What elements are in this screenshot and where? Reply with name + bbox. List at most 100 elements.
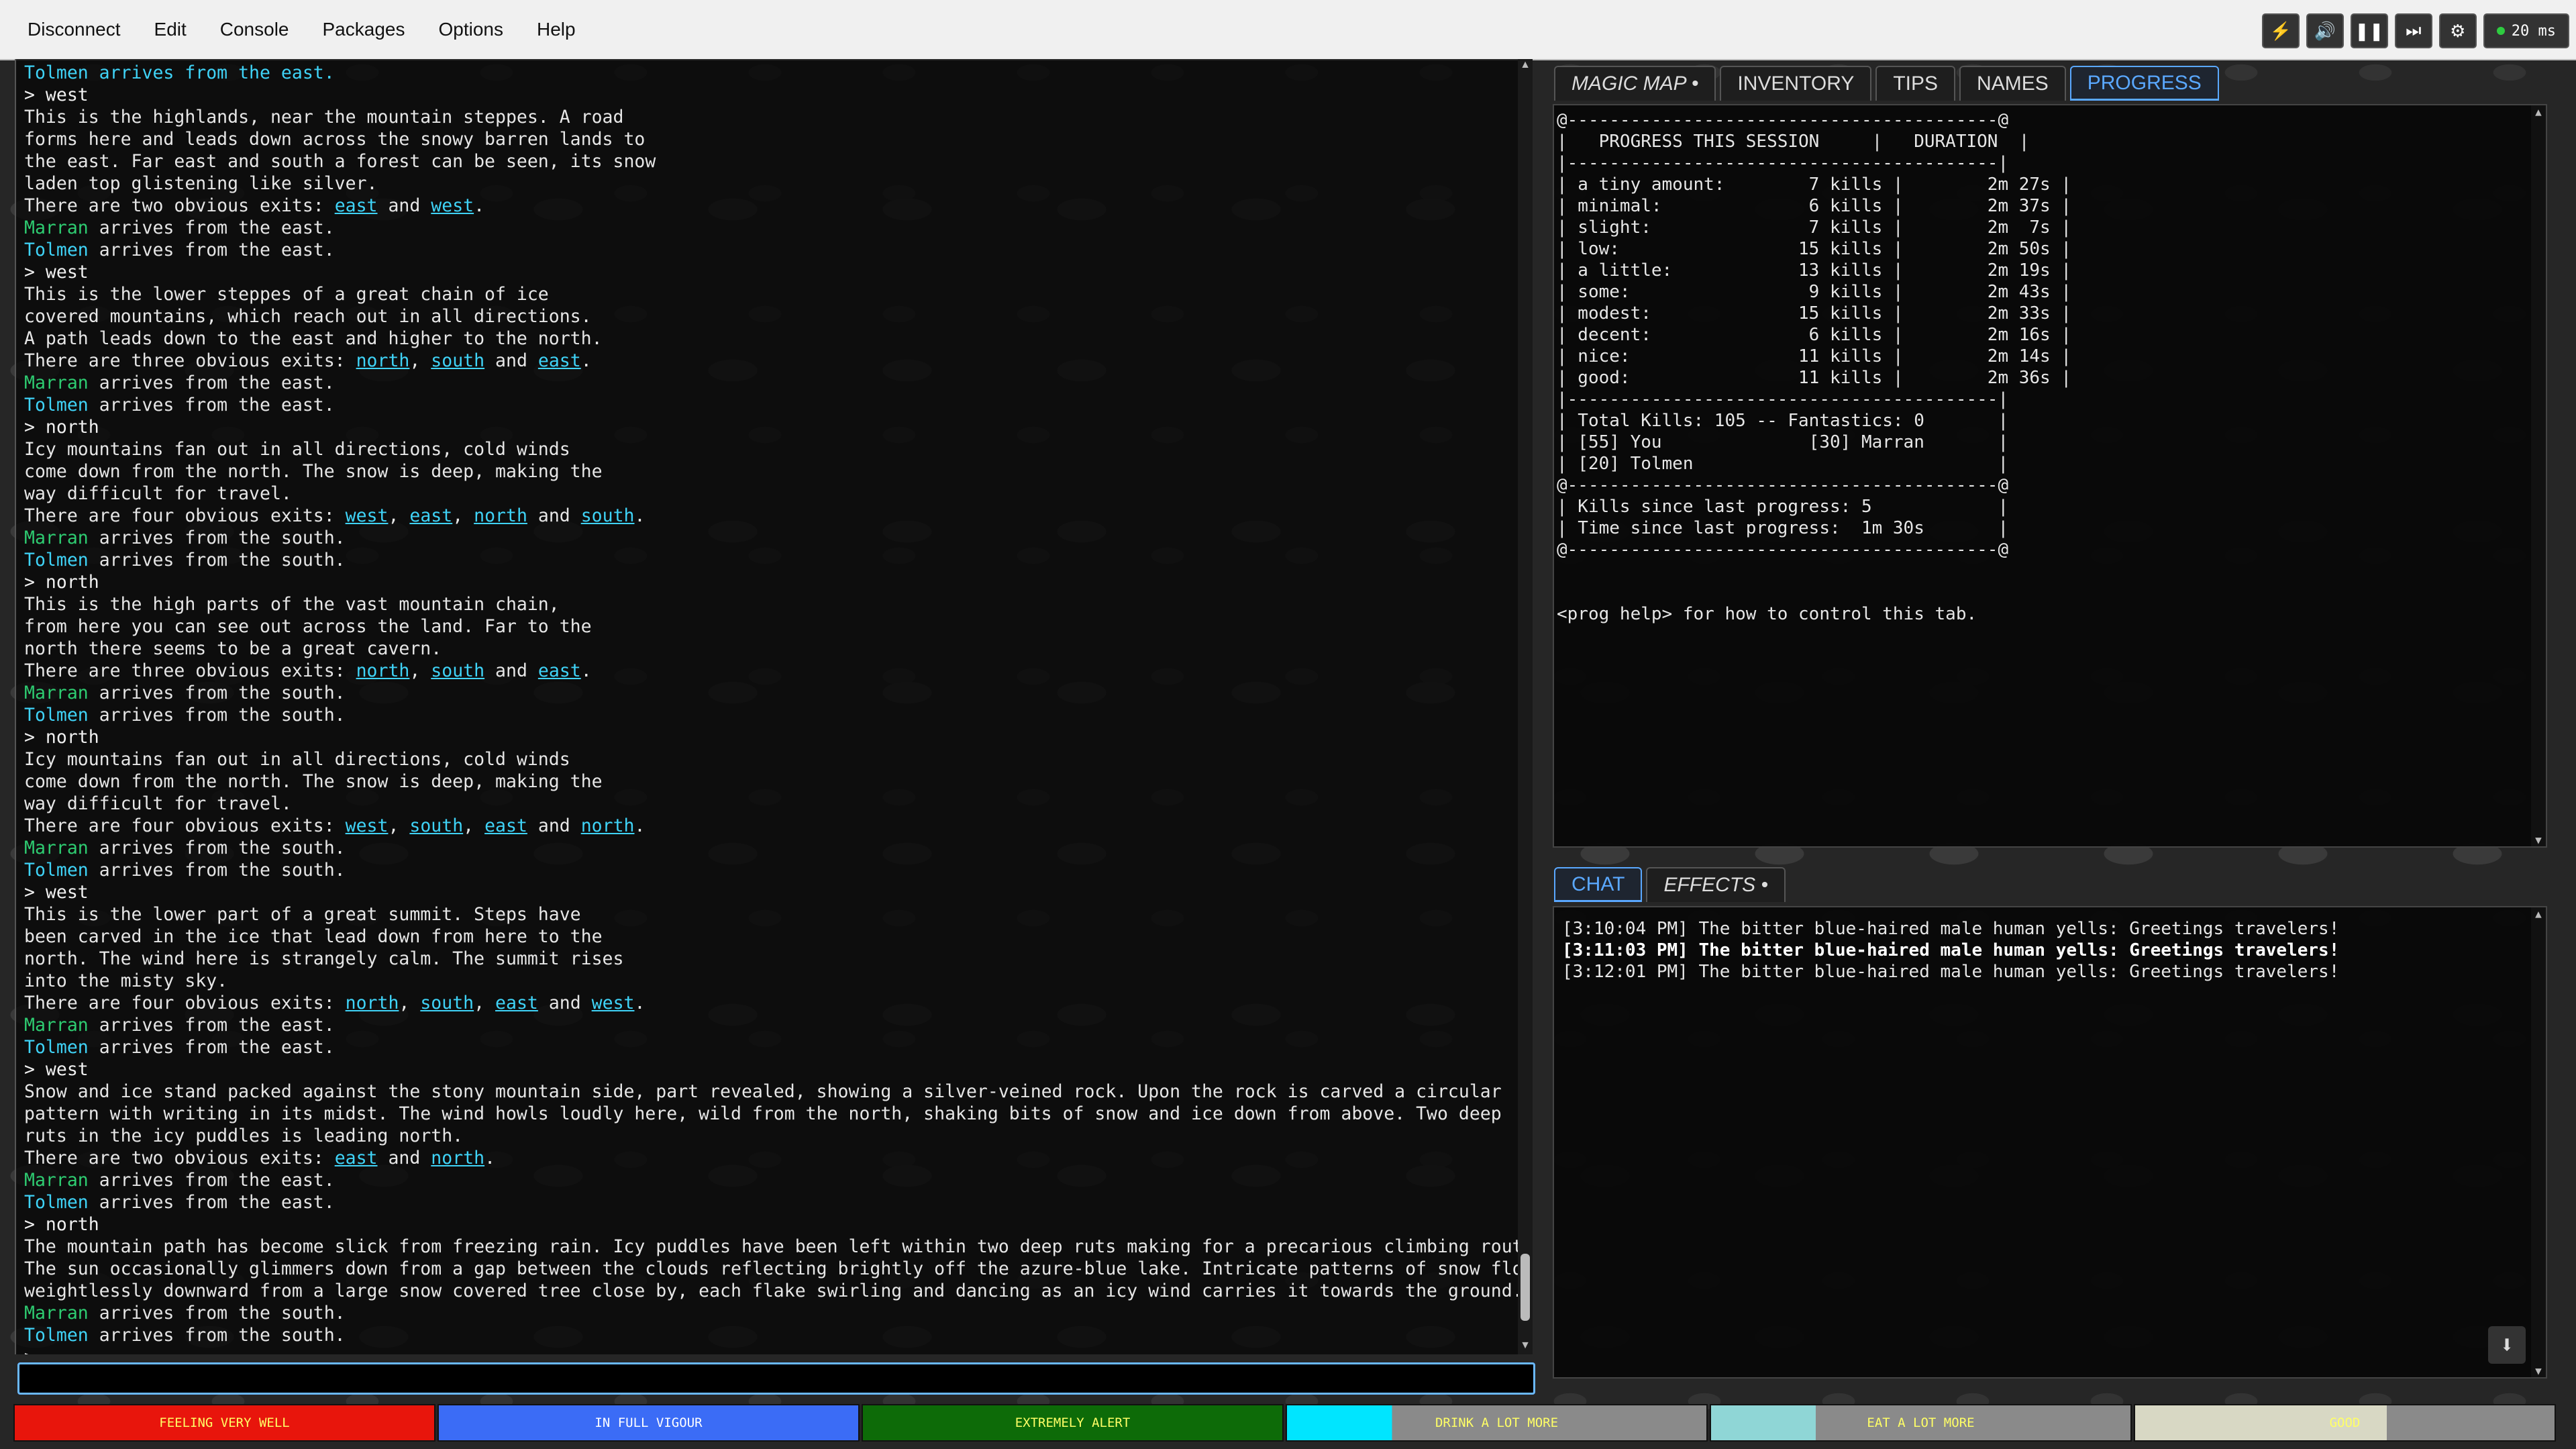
npc-arrival-text: arrives from the east. <box>88 1192 335 1213</box>
npc-name: Tolmen <box>24 705 89 726</box>
gear-icon[interactable]: ⚙ <box>2438 13 2477 48</box>
console-line: There are two obvious exits: east and no… <box>24 1148 496 1168</box>
npc-arrival-text: arrives from the east. <box>88 217 335 238</box>
console-line: Tolmen arrives from the east. <box>24 394 1519 416</box>
exit-link-east[interactable]: east <box>409 505 452 526</box>
scroll-down-icon[interactable]: ▼ <box>2531 1364 2546 1377</box>
room-text: This is the lower steppes of a great cha… <box>24 284 549 305</box>
exit-link-south[interactable]: south <box>409 815 463 836</box>
console-line: Tolmen arrives from the east. <box>24 239 1519 261</box>
console-line: the east. Far east and south a forest ca… <box>24 150 1519 172</box>
status-bar-good: GOOD <box>2134 1404 2556 1442</box>
menu-disconnect[interactable]: Disconnect <box>11 19 138 40</box>
exit-link-north[interactable]: north <box>431 1148 484 1168</box>
room-text: from here you can see out across the lan… <box>24 616 592 637</box>
room-text: come down from the north. The snow is de… <box>24 771 603 792</box>
skip-icon[interactable]: ⏭ <box>2394 13 2432 48</box>
ping-indicator: 20 ms <box>2483 13 2569 48</box>
console-line: covered mountains, which reach out in al… <box>24 305 1519 328</box>
npc-name: Tolmen <box>24 1325 89 1346</box>
console-line: laden top glistening like silver. <box>24 172 1519 195</box>
exit-link-north[interactable]: north <box>581 815 635 836</box>
menu-help[interactable]: Help <box>520 19 593 40</box>
exit-link-south[interactable]: south <box>420 993 474 1013</box>
console-line: Marran arrives from the east. <box>24 1169 1519 1191</box>
exit-link-north[interactable]: north <box>346 993 399 1013</box>
tab-magic-map[interactable]: MAGIC MAP • <box>1554 66 1716 101</box>
npc-name: Marran <box>24 372 89 393</box>
pause-icon[interactable]: ❚❚ <box>2350 13 2388 48</box>
room-text: been carved in the ice that lead down fr… <box>24 926 603 947</box>
console-line: > west <box>24 84 1519 106</box>
exit-link-east[interactable]: east <box>538 660 581 681</box>
console-line: way difficult for travel. <box>24 793 1519 815</box>
exit-link-east[interactable]: east <box>484 815 527 836</box>
room-text: forms here and leads down across the sno… <box>24 129 646 150</box>
scroll-thumb[interactable] <box>1521 1254 1530 1321</box>
exit-link-south[interactable]: south <box>581 505 635 526</box>
console-output[interactable]: Tolmen arrives from the east. > west This … <box>15 59 1519 1354</box>
menu-bar: Disconnect Edit Console Packages Options Help… <box>0 0 2576 60</box>
console-line: Icy mountains fan out in all directions,… <box>24 748 1519 770</box>
tab-inventory[interactable]: INVENTORY <box>1720 66 1872 101</box>
chat-scrollbar[interactable]: ▲ ▼ <box>2531 907 2546 1377</box>
exit-link-north[interactable]: north <box>356 350 410 371</box>
room-text: laden top glistening like silver. <box>24 173 378 194</box>
console-line: pattern with writing in its midst. The w… <box>24 1103 1519 1125</box>
npc-name: Tolmen <box>24 550 89 570</box>
command-input[interactable] <box>17 1362 1535 1395</box>
console-line: north there seems to be a great cavern. <box>24 638 1519 660</box>
exit-link-west[interactable]: west <box>592 993 635 1013</box>
tab-names[interactable]: NAMES <box>1959 66 2066 101</box>
console-line: There are four obvious exits: west, sout… <box>24 815 646 836</box>
console-line: > west <box>24 261 1519 283</box>
command-echo: > west <box>24 882 89 903</box>
console-scrollbar[interactable]: ▲ ▼ <box>1518 59 1533 1354</box>
room-text: ruts in the icy puddles is leading north… <box>24 1126 464 1146</box>
exit-link-south[interactable]: south <box>431 660 484 681</box>
scroll-down-icon[interactable]: ▼ <box>1518 1340 1533 1354</box>
scroll-up-icon[interactable]: ▲ <box>2531 105 2546 118</box>
status-label: EXTREMELY ALERT <box>1015 1415 1131 1430</box>
console-line: into the misty sky. <box>24 970 1519 992</box>
tab-effects[interactable]: EFFECTS • <box>1646 867 1786 902</box>
chat-message: [3:11:03 PM] The bitter blue-haired male… <box>1562 940 2340 960</box>
tab-chat[interactable]: CHAT <box>1554 867 1643 902</box>
scroll-up-icon[interactable]: ▲ <box>2531 907 2546 920</box>
exit-link-west[interactable]: west <box>346 815 389 836</box>
tab-tips[interactable]: TIPS <box>1875 66 1956 101</box>
exit-link-north[interactable]: north <box>356 660 410 681</box>
exit-link-west[interactable]: west <box>431 195 474 216</box>
exit-link-west[interactable]: west <box>346 505 389 526</box>
menu-console[interactable]: Console <box>203 19 306 40</box>
npc-name: Marran <box>24 1015 89 1036</box>
progress-scrollbar[interactable]: ▲ ▼ <box>2531 105 2546 846</box>
tab-progress[interactable]: PROGRESS <box>2069 66 2219 101</box>
console-line: This is the highlands, near the mountain… <box>24 106 1519 128</box>
toolbar: ⚡ 🔊 ❚❚ ⏭ ⚙ 20 ms <box>2261 13 2569 48</box>
lightning-icon[interactable]: ⚡ <box>2261 13 2300 48</box>
exit-link-east[interactable]: east <box>335 195 378 216</box>
speaker-icon[interactable]: 🔊 <box>2306 13 2344 48</box>
npc-arrival-text: arrives from the south. <box>88 838 346 858</box>
exit-link-east[interactable]: east <box>495 993 538 1013</box>
exit-link-east[interactable]: east <box>538 350 581 371</box>
npc-name: Marran <box>24 1303 89 1323</box>
exit-link-north[interactable]: north <box>474 505 527 526</box>
status-dot-icon <box>2496 27 2505 35</box>
scroll-down-icon[interactable]: ▼ <box>2531 834 2546 846</box>
npc-arrival-text: arrives from the south. <box>88 683 346 703</box>
console-line: Marran arrives from the south. <box>24 1302 1519 1324</box>
scroll-up-icon[interactable]: ▲ <box>1518 59 1533 74</box>
exit-link-south[interactable]: south <box>431 350 484 371</box>
scroll-to-bottom-icon[interactable]: ⬇ <box>2488 1326 2526 1364</box>
exits-prefix: There are four obvious exits: <box>24 815 346 836</box>
exit-link-east[interactable]: east <box>335 1148 378 1168</box>
menu-packages[interactable]: Packages <box>306 19 422 40</box>
menu-options[interactable]: Options <box>421 19 520 40</box>
console-line: ruts in the icy puddles is leading north… <box>24 1125 1519 1147</box>
command-echo: > north <box>24 727 99 748</box>
status-bar-extremely-alert: EXTREMELY ALERT <box>862 1404 1284 1442</box>
menu-edit[interactable]: Edit <box>138 19 203 40</box>
progress-panel: @---------------------------------------… <box>1553 104 2547 848</box>
